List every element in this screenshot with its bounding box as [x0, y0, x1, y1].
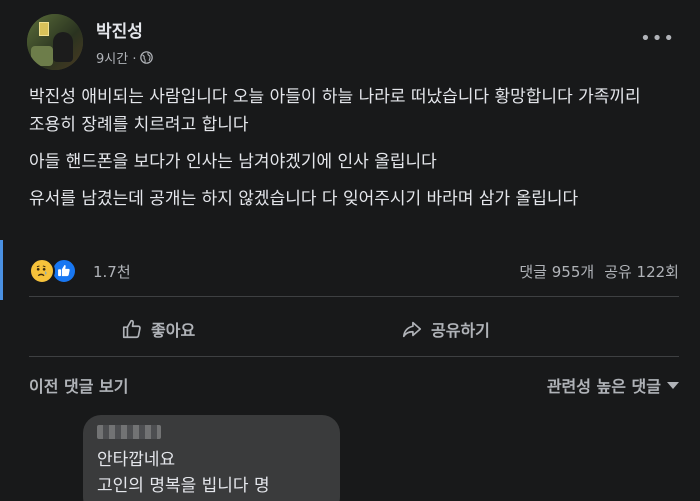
comment-sort-label: 관련성 높은 댓글: [546, 377, 661, 396]
share-count[interactable]: 공유 122회: [604, 261, 679, 282]
post-meta: 9시간 ·: [96, 48, 154, 67]
share-label: 공유하기: [431, 321, 490, 340]
engagement-counts: 댓글 955개 공유 122회: [519, 261, 679, 282]
like-label: 좋아요: [151, 321, 196, 340]
post-paragraph: 박진성 애비되는 사람입니다 오늘 아들이 하늘 나라로 떠났습니다 황망합니다…: [29, 87, 641, 135]
post-paragraph: 유서를 남겼는데 공개는 하지 않겠습니다 다 잊어주시기 바라며 삼가 올립니…: [29, 189, 579, 209]
author-name[interactable]: 박진성: [96, 17, 143, 42]
post-paragraph: 아들 핸드폰을 보다가 인사는 남겨야겠기에 인사 올립니다: [29, 152, 437, 172]
post-card: 박진성 9시간 · ••• 박진성 애비되는 사람입니다 오늘 아들이 하늘 나…: [0, 0, 700, 501]
post-header: 박진성 9시간 · •••: [27, 14, 687, 74]
globe-icon: [140, 50, 154, 64]
comment-count[interactable]: 댓글 955개: [519, 261, 594, 282]
reactions-summary: 1.7천 댓글 955개 공유 122회: [29, 256, 679, 288]
post-body: 박진성 애비되는 사람입니다 오늘 아들이 하늘 나라로 떠났습니다 황망합니다…: [29, 83, 679, 222]
like-button[interactable]: 좋아요: [121, 311, 195, 347]
comment-text: 안타깝네요 고인의 명복을 빕니다 명: [97, 447, 270, 499]
reaction-icons[interactable]: [29, 258, 85, 286]
commenter-name-redacted: [97, 425, 161, 439]
view-previous-comments-link[interactable]: 이전 댓글 보기: [29, 373, 128, 397]
comment-line: 안타깝네요: [97, 450, 176, 470]
comment-bubble: 안타깝네요 고인의 명복을 빕니다 명: [83, 415, 340, 501]
action-bar: 좋아요 공유하기: [29, 305, 679, 355]
more-options-icon[interactable]: •••: [640, 30, 675, 48]
thumbs-up-icon: [122, 319, 141, 339]
comments-toolbar: 이전 댓글 보기 관련성 높은 댓글: [29, 370, 679, 400]
sad-icon: [29, 258, 55, 284]
scroll-indicator: [0, 240, 3, 300]
comment-line: 고인의 명복을 빕니다 명: [97, 476, 270, 496]
avatar[interactable]: [27, 14, 83, 70]
comment-sort-dropdown[interactable]: 관련성 높은 댓글: [547, 373, 679, 397]
reaction-count[interactable]: 1.7천: [93, 261, 131, 282]
divider: [29, 356, 679, 357]
share-arrow-icon: [402, 321, 422, 338]
divider: [29, 296, 679, 297]
post-time[interactable]: 9시간 ·: [96, 48, 136, 67]
share-button[interactable]: 공유하기: [401, 311, 490, 347]
chevron-down-icon: [667, 381, 679, 389]
